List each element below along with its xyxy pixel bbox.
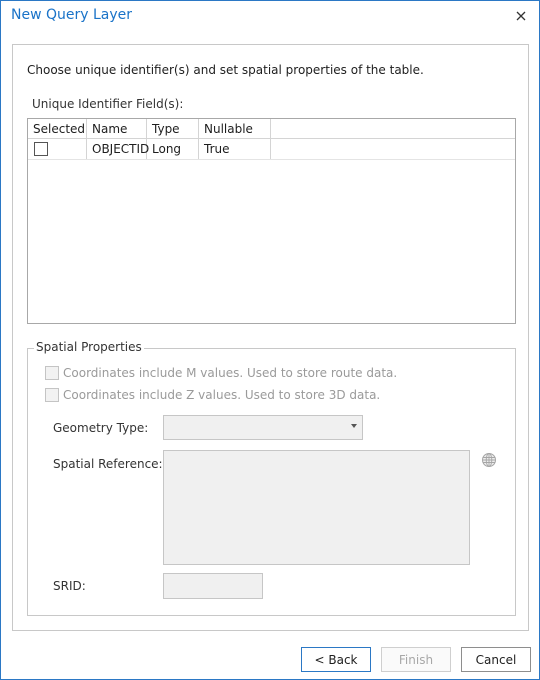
finish-button[interactable]: Finish <box>381 647 451 672</box>
grid-header-row: Selected Name Type Nullable <box>28 119 515 139</box>
unique-identifier-label: Unique Identifier Field(s): <box>32 97 184 111</box>
m-values-label: Coordinates include M values. Used to st… <box>63 366 398 380</box>
selected-cell <box>28 139 87 159</box>
content-panel: Choose unique identifier(s) and set spat… <box>12 44 529 631</box>
spatial-properties-legend: Spatial Properties <box>34 340 144 354</box>
cancel-button[interactable]: Cancel <box>461 647 531 672</box>
back-button[interactable]: < Back <box>301 647 371 672</box>
close-button[interactable] <box>511 6 531 26</box>
column-header-type[interactable]: Type <box>147 119 199 138</box>
m-values-checkbox[interactable] <box>45 366 59 380</box>
column-header-selected[interactable]: Selected <box>28 119 87 138</box>
intro-text: Choose unique identifier(s) and set spat… <box>27 63 424 77</box>
column-header-nullable[interactable]: Nullable <box>199 119 271 138</box>
nullable-cell: True <box>199 139 271 159</box>
column-header-name[interactable]: Name <box>87 119 147 138</box>
geometry-type-select[interactable] <box>163 415 363 440</box>
srid-label: SRID: <box>53 579 86 593</box>
table-row[interactable]: OBJECTID Long True <box>28 139 515 160</box>
name-cell: OBJECTID <box>87 139 149 159</box>
filler-cell <box>271 139 515 159</box>
unique-identifier-grid: Selected Name Type Nullable OBJECTID Lon… <box>27 118 516 324</box>
z-values-checkbox[interactable] <box>45 388 59 402</box>
title-bar: New Query Layer <box>1 1 539 31</box>
column-header-filler <box>271 119 515 138</box>
geometry-type-label: Geometry Type: <box>53 421 149 435</box>
globe-icon[interactable] <box>481 452 497 468</box>
z-values-option[interactable]: Coordinates include Z values. Used to st… <box>44 388 380 402</box>
srid-field[interactable] <box>163 573 263 599</box>
z-values-label: Coordinates include Z values. Used to st… <box>63 388 381 402</box>
spatial-reference-label: Spatial Reference: <box>53 457 163 471</box>
selected-checkbox[interactable] <box>34 142 48 156</box>
type-cell: Long <box>147 139 199 159</box>
chevron-down-icon <box>351 424 357 428</box>
m-values-option[interactable]: Coordinates include M values. Used to st… <box>44 366 397 380</box>
spatial-reference-box[interactable] <box>163 450 470 565</box>
dialog-title: New Query Layer <box>11 7 133 23</box>
spatial-properties-group: Spatial Properties Coordinates include M… <box>27 340 516 616</box>
dialog-window: New Query Layer Choose unique identifier… <box>0 0 540 680</box>
close-icon <box>516 11 526 21</box>
